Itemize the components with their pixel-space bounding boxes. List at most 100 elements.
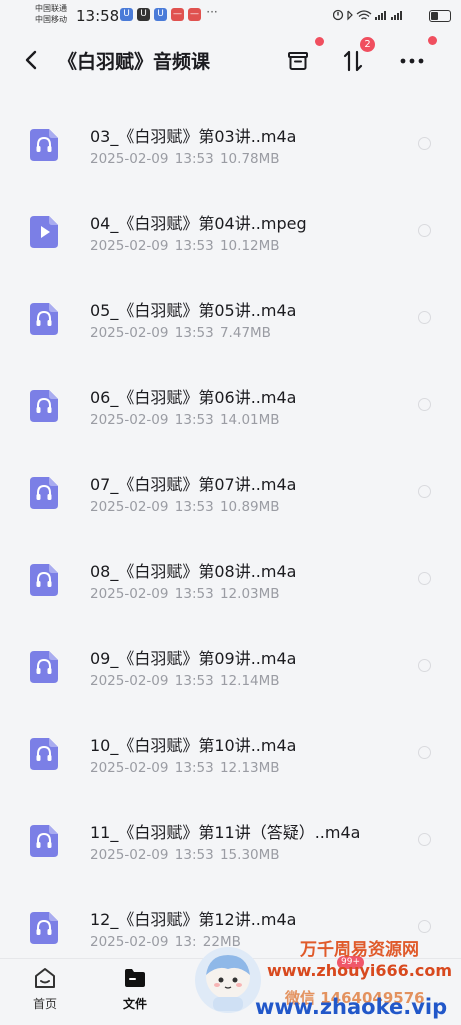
- file-date: 2025-02-09: [90, 847, 169, 863]
- file-name: 06_《白羽赋》第06讲..m4a: [90, 388, 297, 407]
- file-date: 2025-02-09: [90, 673, 169, 689]
- file-size: 12.13MB: [219, 760, 280, 776]
- select-radio[interactable]: [418, 659, 431, 672]
- mascot-image: [195, 947, 261, 1013]
- audio-file-icon: [30, 303, 58, 335]
- file-row[interactable]: 09_《白羽赋》第09讲..m4a 2025-02-09 13:53 12.14M…: [0, 622, 461, 709]
- back-arrow-icon[interactable]: [20, 48, 44, 72]
- watermark-line-2: www.zhouyi666.com: [267, 961, 453, 980]
- audio-file-icon: [30, 390, 58, 422]
- file-meta: 2025-02-09 13:53 7.47MB: [90, 325, 271, 341]
- more-notifications-icon: ···: [206, 5, 218, 19]
- file-time: 13:53: [174, 238, 214, 254]
- file-size: 10.89MB: [219, 499, 280, 515]
- app-notification-icon: U: [137, 8, 150, 21]
- file-date: 2025-02-09: [90, 499, 169, 515]
- file-time: 13:53: [174, 847, 214, 863]
- folder-icon: [125, 969, 145, 987]
- file-meta: 2025-02-09 13:53 15.30MB: [90, 847, 280, 863]
- nav-home-label: 首页: [32, 997, 57, 1011]
- file-name: 08_《白羽赋》第08讲..m4a: [90, 562, 297, 581]
- file-row[interactable]: 10_《白羽赋》第10讲..m4a 2025-02-09 13:53 12.13M…: [0, 709, 461, 796]
- file-date: 2025-02-09: [90, 760, 169, 776]
- nav-home[interactable]: 首页: [15, 965, 75, 1012]
- system-status-icons: [332, 8, 423, 25]
- select-radio[interactable]: [418, 746, 431, 759]
- file-date: 2025-02-09: [90, 586, 169, 602]
- file-row[interactable]: 11_《白羽赋》第11讲（答疑）..m4a 2025-02-09 13:53 15…: [0, 796, 461, 883]
- more-options-icon[interactable]: [398, 49, 426, 73]
- file-meta: 2025-02-09 13:53 10.12MB: [90, 238, 280, 254]
- file-name: 04_《白羽赋》第04讲..mpeg: [90, 214, 307, 233]
- audio-file-icon: [30, 477, 58, 509]
- audio-file-icon: [30, 738, 58, 770]
- select-radio[interactable]: [418, 833, 431, 846]
- file-date: 2025-02-09: [90, 238, 169, 254]
- audio-file-icon: [30, 825, 58, 857]
- home-icon: [35, 968, 55, 988]
- file-name: 03_《白羽赋》第03讲..m4a: [90, 127, 297, 146]
- page-title: 《白羽赋》音频课: [58, 51, 211, 73]
- watermark-line-1: 万千周易资源网: [300, 940, 419, 960]
- file-row[interactable]: 03_《白羽赋》第03讲..m4a 2025-02-09 13:53 10.78M…: [0, 100, 461, 187]
- file-size: 15.30MB: [219, 847, 280, 863]
- file-meta: 2025-02-09 13:53 12.03MB: [90, 586, 280, 602]
- signal-wifi-icons: [332, 9, 402, 21]
- archive-notification-dot: [315, 37, 324, 46]
- watermark-line-4: www.zhaoke.vip: [255, 995, 448, 1019]
- carrier-2: 中国移动: [35, 15, 67, 24]
- header-bar: 《白羽赋》音频课 2: [0, 32, 461, 92]
- file-name: 07_《白羽赋》第07讲..m4a: [90, 475, 297, 494]
- file-meta: 2025-02-09 13:53 12.14MB: [90, 673, 280, 689]
- file-time: 13:53: [174, 412, 214, 428]
- notification-icons: U U U — — ···: [120, 5, 219, 21]
- file-size: 14.01MB: [219, 412, 280, 428]
- file-date: 2025-02-09: [90, 412, 169, 428]
- status-clock: 13:58: [76, 7, 120, 25]
- file-time: 13:53: [174, 151, 214, 167]
- file-row[interactable]: 04_《白羽赋》第04讲..mpeg 2025-02-09 13:53 10.12…: [0, 187, 461, 274]
- watermark-overlay: 99+ 万千周易资源网 www.zhouyi666.com 微信 1464049…: [185, 925, 461, 1024]
- file-time: 13:53: [174, 586, 214, 602]
- select-radio[interactable]: [418, 398, 431, 411]
- file-date: 2025-02-09: [90, 934, 169, 950]
- file-row[interactable]: 05_《白羽赋》第05讲..m4a 2025-02-09 13:53 7.47MB: [0, 274, 461, 361]
- app-notification-icon: U: [154, 8, 167, 21]
- file-time: 13:53: [174, 499, 214, 515]
- audio-file-icon: [30, 129, 58, 161]
- status-bar: 中国联通 中国移动 13:58 U U U — — ···: [0, 0, 461, 32]
- file-date: 2025-02-09: [90, 325, 169, 341]
- audio-file-icon: [30, 651, 58, 683]
- file-name: 10_《白羽赋》第10讲..m4a: [90, 736, 297, 755]
- nav-files[interactable]: 文件: [105, 965, 165, 1012]
- select-radio[interactable]: [418, 572, 431, 585]
- file-size: 12.14MB: [219, 673, 280, 689]
- select-radio[interactable]: [418, 137, 431, 150]
- file-row[interactable]: 08_《白羽赋》第08讲..m4a 2025-02-09 13:53 12.03M…: [0, 535, 461, 622]
- file-row[interactable]: 07_《白羽赋》第07讲..m4a 2025-02-09 13:53 10.89M…: [0, 448, 461, 535]
- app-notification-icon: U: [120, 8, 133, 21]
- select-radio[interactable]: [418, 485, 431, 498]
- file-time: 13:53: [174, 760, 214, 776]
- file-date: 2025-02-09: [90, 151, 169, 167]
- sort-transfer-icon[interactable]: [341, 49, 365, 73]
- file-meta: 2025-02-09 13:53 14.01MB: [90, 412, 280, 428]
- file-size: 7.47MB: [219, 325, 271, 341]
- file-size: 12.03MB: [219, 586, 280, 602]
- more-notification-dot: [428, 36, 437, 45]
- file-row[interactable]: 06_《白羽赋》第06讲..m4a 2025-02-09 13:53 14.01M…: [0, 361, 461, 448]
- file-name: 11_《白羽赋》第11讲（答疑）..m4a: [90, 823, 361, 842]
- file-size: 10.78MB: [219, 151, 280, 167]
- carrier-1: 中国联通: [35, 4, 67, 13]
- file-time: 13:53: [174, 325, 214, 341]
- file-meta: 2025-02-09 13:53 10.89MB: [90, 499, 280, 515]
- file-meta: 2025-02-09 13:53 12.13MB: [90, 760, 280, 776]
- select-radio[interactable]: [418, 311, 431, 324]
- select-radio[interactable]: [418, 224, 431, 237]
- carrier-info: 中国联通 中国移动: [35, 3, 67, 25]
- archive-icon[interactable]: [286, 49, 310, 73]
- file-meta: 2025-02-09 13:53 10.78MB: [90, 151, 280, 167]
- video-file-icon: [30, 216, 58, 248]
- file-name: 09_《白羽赋》第09讲..m4a: [90, 649, 297, 668]
- file-name: 05_《白羽赋》第05讲..m4a: [90, 301, 297, 320]
